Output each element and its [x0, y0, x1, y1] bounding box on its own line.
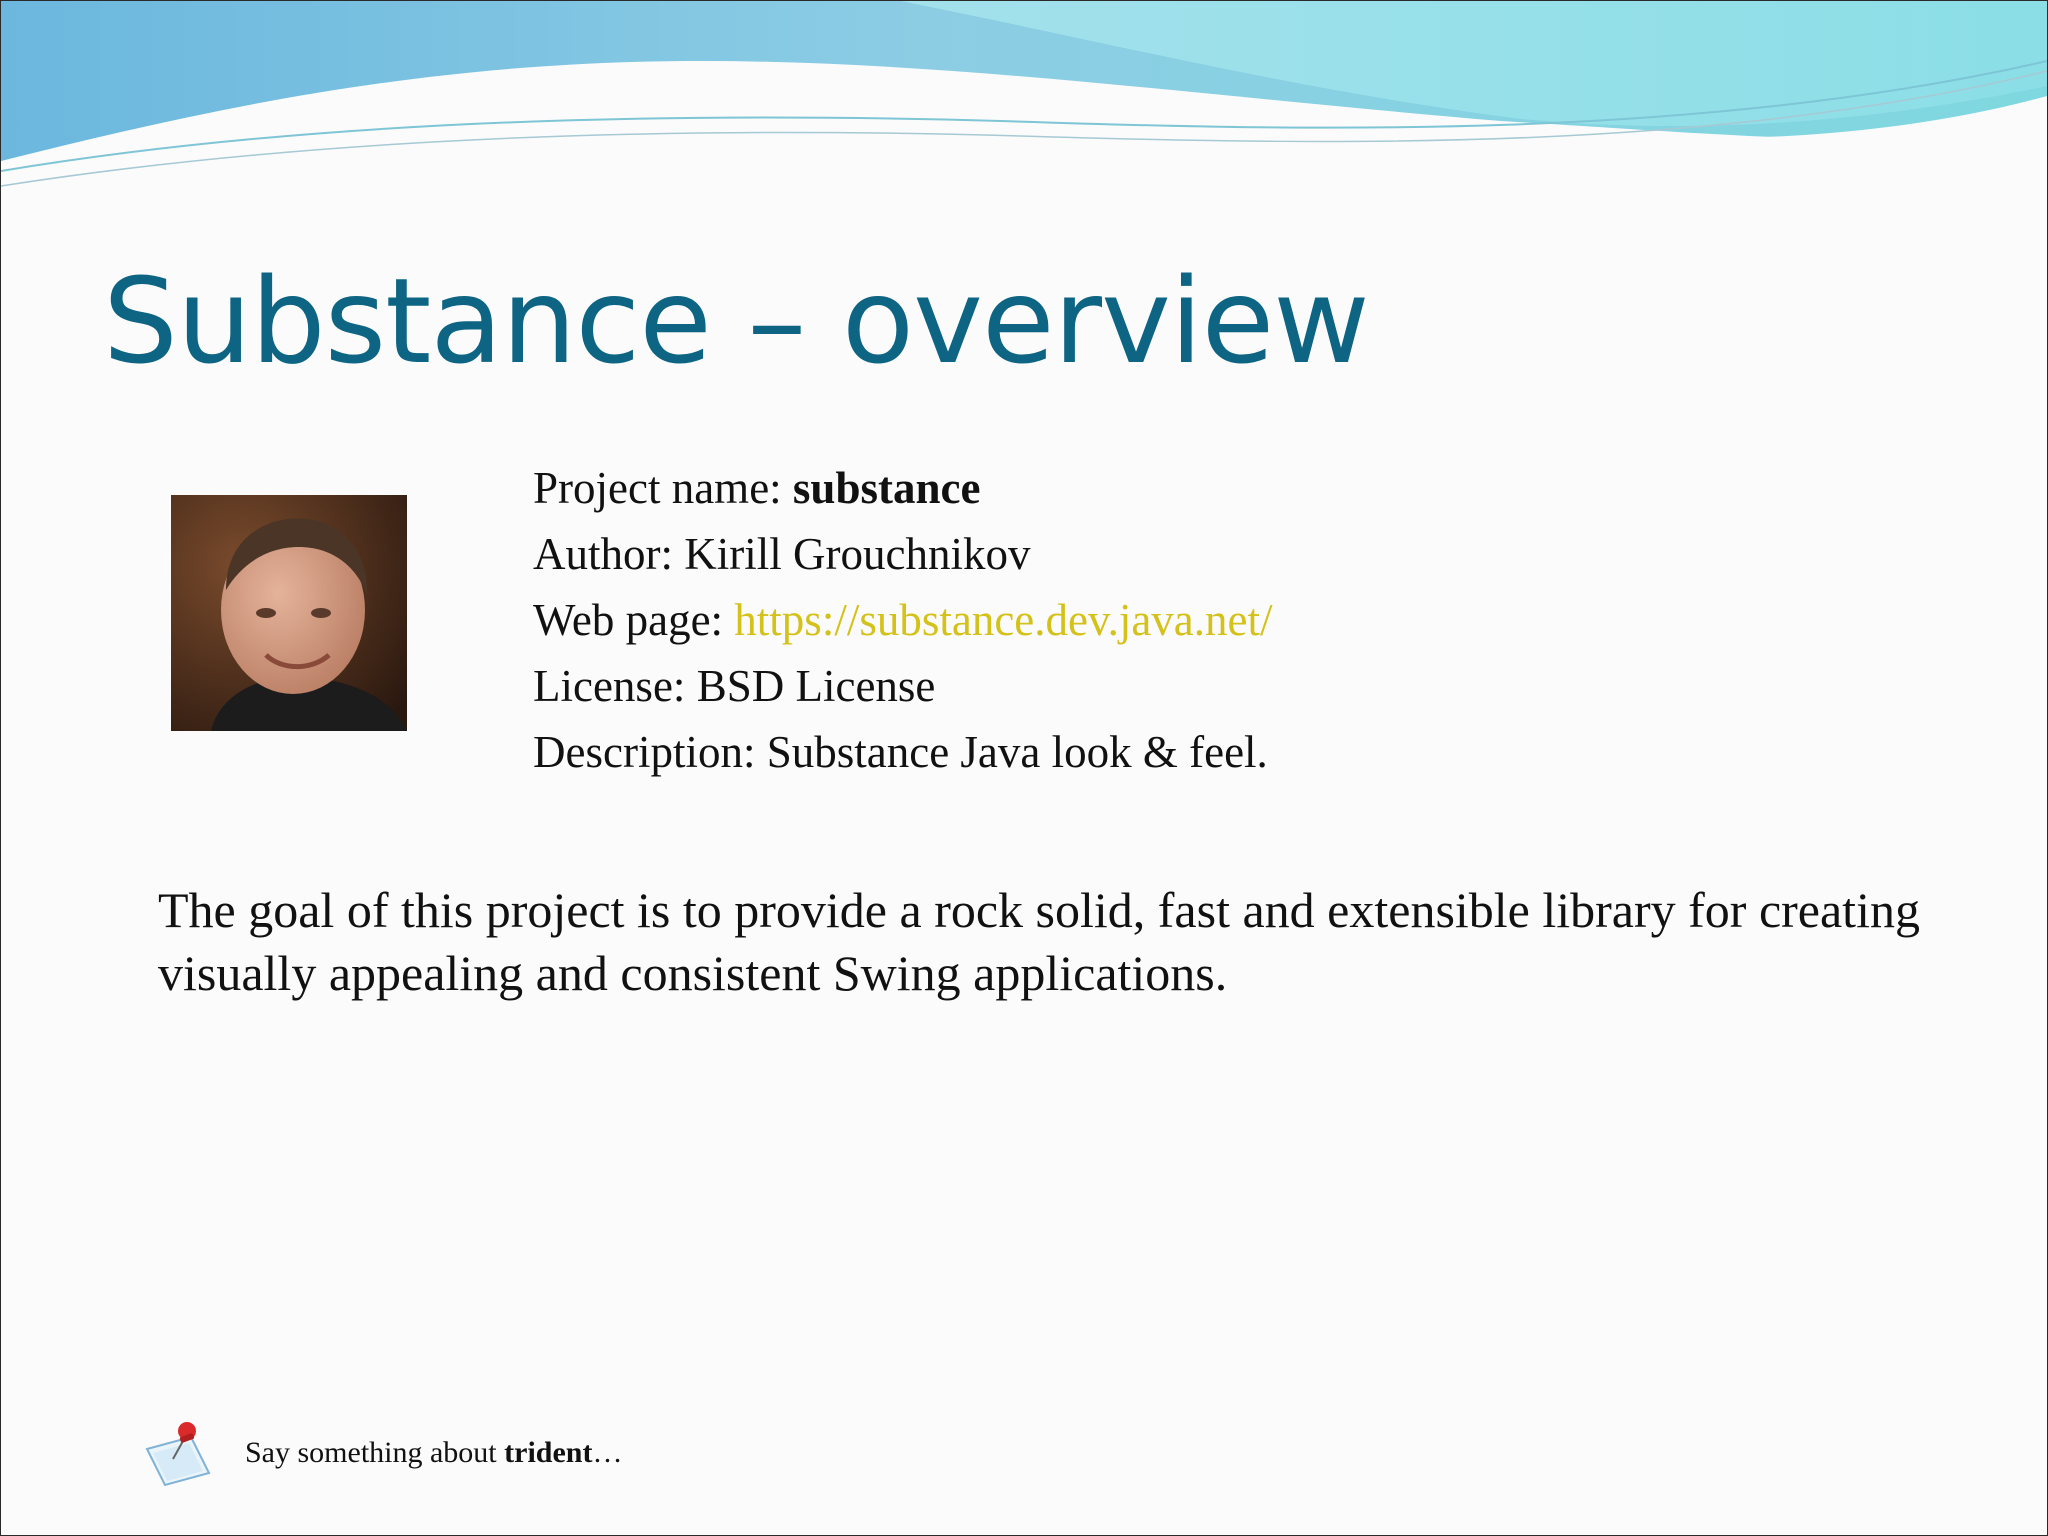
- footer-suffix: …: [592, 1436, 623, 1469]
- web-page-link[interactable]: https://substance.dev.java.net/: [734, 595, 1272, 645]
- footer-bold: trident: [504, 1436, 593, 1469]
- description-row: Description: Substance Java look & feel.: [533, 719, 1273, 785]
- project-name-label: Project name:: [533, 463, 793, 513]
- license-value: BSD License: [696, 661, 936, 711]
- license-row: License: BSD License: [533, 653, 1273, 719]
- goal-paragraph: The goal of this project is to provide a…: [158, 882, 1920, 1001]
- license-label: License:: [533, 661, 697, 711]
- project-name-value: substance: [792, 463, 981, 513]
- author-value: Kirill Grouchnikov: [684, 529, 1031, 579]
- slide: Substance – overview Project name: subst…: [0, 0, 2048, 1536]
- description-label: Description:: [533, 727, 767, 777]
- author-photo: [171, 495, 407, 731]
- header-wave-decoration: [1, 1, 2047, 241]
- footer-text: Say something about trident…: [245, 1436, 622, 1470]
- project-name-row: Project name: substance: [533, 455, 1273, 521]
- author-label: Author:: [533, 529, 685, 579]
- project-info: Project name: substance Author: Kirill G…: [533, 455, 1273, 785]
- web-page-row: Web page: https://substance.dev.java.net…: [533, 587, 1273, 653]
- author-row: Author: Kirill Grouchnikov: [533, 521, 1273, 587]
- pushpin-note-icon: [145, 1422, 211, 1487]
- footer-note: Say something about trident…: [139, 1413, 622, 1493]
- footer-prefix: Say something about: [245, 1436, 505, 1469]
- description-value: Substance Java look & feel.: [766, 727, 1268, 777]
- slide-title: Substance – overview: [103, 252, 1370, 390]
- web-page-label: Web page:: [533, 595, 735, 645]
